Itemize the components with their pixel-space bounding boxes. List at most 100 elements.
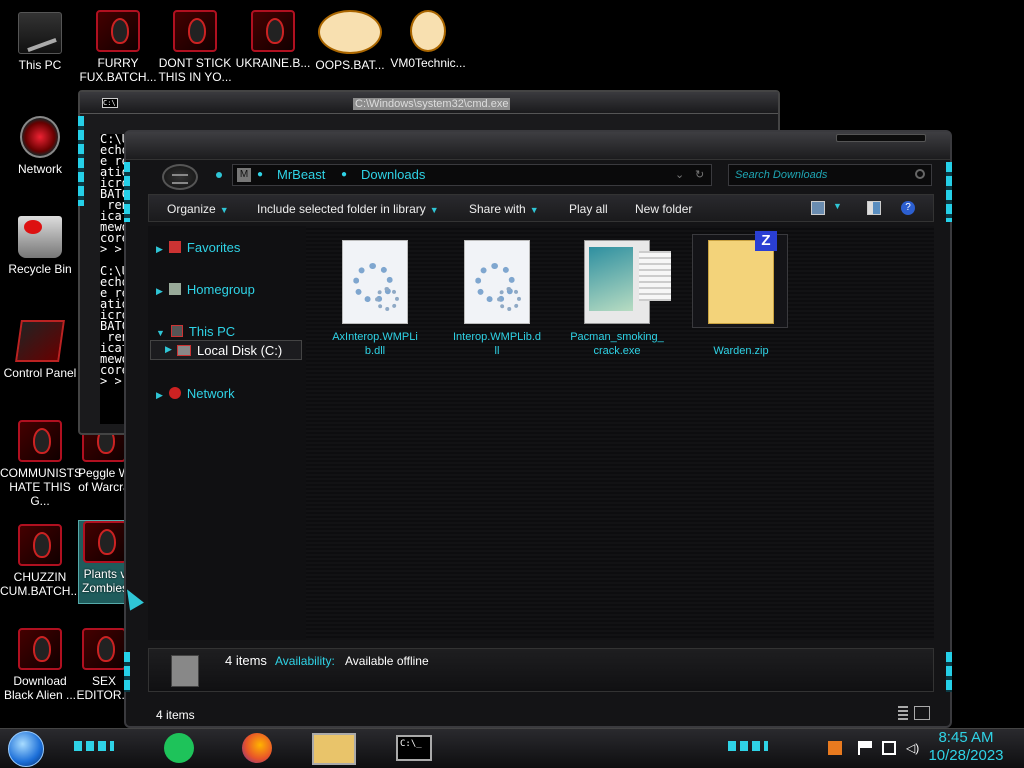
frame-accent [946,652,952,692]
expand-arrow-icon[interactable]: ▶ [156,244,163,254]
desktop-icon-recycle-bin[interactable]: Recycle Bin [0,216,80,276]
alien-icon [173,10,217,52]
file-item[interactable]: Pacman_smoking_ crack.exe [568,240,671,358]
expand-arrow-icon[interactable]: ▶ [165,344,172,355]
taskbar-app-cmd[interactable]: C:\_ [396,735,432,761]
network-icon [168,387,181,399]
taskbar-app-explorer[interactable] [312,733,356,765]
nav-item-homegroup[interactable]: ▶ Homegroup [156,282,255,297]
alien-icon [96,10,140,52]
frame-accent [946,162,952,222]
desktop-icon-oops[interactable]: OOPS.BAT... [310,10,390,72]
collapse-arrow-icon[interactable]: ▼ [156,328,165,338]
desktop-icon-chuzzin[interactable]: CHUZZIN CUM.BATCH... [0,524,80,598]
start-button[interactable] [8,731,44,767]
clock[interactable]: 8:45 AM 10/28/2023 [920,729,1012,765]
play-all-button[interactable]: Play all [569,202,608,216]
nav-item-this-pc[interactable]: ▼ This PC [156,324,235,339]
desktop-icon-dont-stick[interactable]: DONT STICK THIS IN YO... [155,10,235,84]
nav-label: Favorites [186,240,241,255]
taskbar-app-firefox[interactable] [242,733,282,765]
network-tray-icon[interactable] [882,741,896,755]
desktop-icon-label: DONT STICK THIS IN YO... [158,56,232,84]
desktop-icon-control-panel[interactable]: Control Panel [0,320,80,380]
expand-arrow-icon[interactable]: ▶ [156,390,163,400]
navigation-bar: M ● MrBeast ● Downloads ⌄ ↻ [148,164,934,194]
nav-label: Homegroup [186,282,255,297]
desktop-icon-communists[interactable]: COMMUNISTS HATE THIS G... [0,420,82,508]
clock-time: 8:45 AM [938,729,994,746]
change-view-icon[interactable] [811,201,825,215]
preview-pane-icon[interactable] [867,201,881,215]
large-icons-view-icon[interactable] [914,706,930,720]
back-button[interactable] [162,164,198,190]
firefox-icon [242,733,272,763]
desktop-icon-label: Control Panel [3,366,77,380]
search-icon[interactable] [915,169,925,179]
file-item[interactable]: Interop.WMPLib.d ll [448,240,546,358]
breadcrumb-mrbeast[interactable]: MrBeast [277,165,325,185]
desktop-icon-ukraine[interactable]: UKRAINE.B... [233,10,313,70]
expand-arrow-icon[interactable]: ▶ [156,286,163,296]
doctor-icon [410,10,446,52]
volume-icon[interactable]: ◁) [906,741,920,755]
desktop-icon-furry-fux[interactable]: FURRY FUX.BATCH... [78,10,158,84]
taskbar-accent [74,741,114,751]
exe-thumbnail-icon [584,240,671,324]
file-item[interactable]: AxInterop.WMPLi b.dll [326,240,424,358]
pc-icon [18,12,62,54]
file-item[interactable]: Warden.zip [692,231,790,357]
nav-item-favorites[interactable]: ▶ Favorites [156,240,240,255]
desktop-icon-label: VM0Technic... [390,56,466,70]
desktop-icon-network[interactable]: Network [0,116,80,176]
chevron-down-icon: ▼ [529,205,539,215]
refresh-icon[interactable]: ↻ [695,165,704,185]
folder-preview-icon [171,655,199,687]
taskbar-app-green[interactable] [164,733,204,765]
file-name: Warden.zip [713,345,769,357]
details-pane: 4 items Availability: Available offline [148,648,934,692]
desktop-icon-vm0technic[interactable]: VM0Technic... [388,10,468,70]
cmd-titlebar[interactable]: C:\ C:\Windows\system32\cmd.exe [80,92,778,114]
organize-button[interactable]: Organize ▼ [167,202,229,216]
alien-icon [83,521,127,563]
item-count: 4 items [225,653,267,668]
desktop-icon-label: COMMUNISTS HATE THIS G... [0,466,82,508]
desktop-icon-label: Download Black Alien ... [3,674,77,702]
nav-item-network[interactable]: ▶ Network [156,386,235,401]
file-name: Interop.WMPLib.d ll [452,331,542,357]
explorer-window[interactable]: M ● MrBeast ● Downloads ⌄ ↻ Organize▼ In… [124,130,952,728]
help-icon[interactable]: ? [901,201,915,215]
desktop-icon-download-black-alien[interactable]: Download Black Alien ... [0,628,80,702]
new-folder-button[interactable]: New folder [635,202,692,216]
chevron-down-icon[interactable]: ▼ [833,201,842,211]
desktop-icon-label: This PC [18,58,62,72]
explorer-titlebar[interactable] [126,132,950,160]
file-list[interactable]: AxInterop.WMPLi b.dll Interop.WMPLib.d l… [306,226,934,640]
share-with-button[interactable]: Share with ▼ [469,202,539,216]
forward-dot[interactable] [216,172,222,178]
nav-item-local-disk[interactable]: ▶ Local Disk (C:) [150,340,302,360]
dll-file-icon [464,240,530,324]
include-in-library-button[interactable]: Include selected folder in library ▼ [257,202,439,216]
cmd-icon: C:\ [102,98,118,108]
pc-icon [170,325,183,337]
search-box[interactable] [728,164,932,186]
breadcrumb-separator: ● [257,169,264,180]
address-bar[interactable]: M ● MrBeast ● Downloads ⌄ ↻ [232,164,712,186]
tray-app-icon[interactable] [828,741,842,755]
nav-label: Local Disk (C:) [197,343,283,358]
file-name: Pacman_smoking_ crack.exe [570,331,664,357]
titlebar-notch [836,134,926,142]
desktop-icon-this-pc[interactable]: This PC [0,12,80,72]
search-input[interactable] [729,165,909,185]
chevron-down-icon[interactable]: ⌄ [675,165,684,185]
navigation-pane: ▶ Favorites ▶ Homegroup ▼ This PC ▶ Local D… [148,226,306,640]
chevron-down-icon: ▼ [219,205,229,215]
flag-icon[interactable] [858,741,872,755]
details-view-icon[interactable] [898,706,908,720]
breadcrumb-downloads[interactable]: Downloads [361,165,425,185]
cartoon-face-icon [318,10,382,54]
desktop-icon-label: Recycle Bin [8,262,72,276]
desktop-icon-label: FURRY FUX.BATCH... [79,56,157,84]
